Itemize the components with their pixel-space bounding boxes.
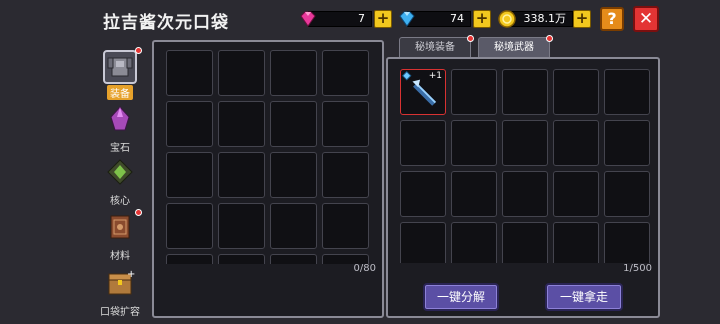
inventory-slot[interactable] (604, 171, 650, 217)
notify-dot (135, 47, 142, 54)
inventory-slot[interactable] (166, 203, 213, 249)
inventory-slot[interactable] (400, 120, 446, 166)
sidebar-item-core[interactable]: 核心 (98, 157, 142, 207)
inventory-slot[interactable] (270, 254, 317, 264)
chest-icon: + (103, 268, 137, 302)
inventory-slot[interactable] (553, 120, 599, 166)
inventory-slot[interactable] (270, 152, 317, 198)
armor-icon (103, 50, 137, 84)
inventory-slot[interactable] (218, 101, 265, 147)
inventory-slot[interactable] (322, 203, 369, 249)
weapon-grid: +1 (400, 69, 650, 263)
inventory-slot[interactable]: +1 (400, 69, 446, 115)
inventory-slot[interactable] (502, 69, 548, 115)
crystal-icon (103, 104, 137, 138)
sidebar-item-label: 口袋扩容 (100, 307, 140, 318)
book-icon (103, 212, 137, 246)
help-button[interactable]: ? (600, 7, 624, 31)
sidebar-item-label: 核心 (110, 196, 130, 207)
page-title: 拉吉酱次元口袋 (103, 13, 229, 33)
pink-gem-icon (300, 11, 316, 27)
sidebar-item-label: 材料 (110, 251, 130, 262)
inventory-slot[interactable] (270, 203, 317, 249)
sidebar-item-label: 宝石 (110, 143, 130, 154)
pocket-count: 0/80 (353, 263, 376, 274)
resource-pink-gem: 7 + (298, 9, 394, 29)
weapon-panel: +1 1/500 (386, 57, 660, 318)
inventory-slot[interactable] (270, 101, 317, 147)
gold-coin-icon (498, 10, 516, 28)
inventory-slot[interactable] (553, 222, 599, 263)
inventory-slot[interactable] (553, 171, 599, 217)
inventory-slot[interactable] (218, 254, 265, 264)
inventory-slot[interactable] (604, 222, 650, 263)
blue-gem-icon (399, 11, 415, 27)
tab-secret-equipment[interactable]: 秘境装备 (399, 37, 471, 58)
item-level: +1 (428, 71, 442, 81)
core-icon (103, 157, 137, 191)
svg-text:+: + (127, 269, 135, 280)
inventory-slot[interactable] (451, 120, 497, 166)
sidebar-item-materials[interactable]: 材料 (98, 209, 142, 262)
weapon-count: 1/500 (623, 263, 652, 274)
inventory-slot[interactable] (451, 69, 497, 115)
inventory-slot[interactable] (502, 120, 548, 166)
resource-gold-coin: 338.1万 + (497, 9, 593, 29)
inventory-slot[interactable] (604, 120, 650, 166)
notify-dot (467, 35, 474, 42)
take-all-button[interactable]: 一键拿走 (545, 283, 623, 311)
notify-dot (135, 209, 142, 216)
add-gold-button[interactable]: + (573, 10, 591, 28)
sidebar-item-expand-pocket[interactable]: + 口袋扩容 (98, 268, 142, 318)
inventory-slot[interactable] (451, 222, 497, 263)
inventory-slot[interactable] (553, 69, 599, 115)
pocket-panel: 0/80 (152, 40, 384, 318)
inventory-slot[interactable] (502, 222, 548, 263)
add-pink-gem-button[interactable]: + (374, 10, 392, 28)
inventory-slot[interactable] (322, 50, 369, 96)
inventory-slot[interactable] (451, 171, 497, 217)
inventory-slot[interactable] (502, 171, 548, 217)
tab-secret-weapons[interactable]: 秘境武器 (478, 37, 550, 58)
close-button[interactable]: ✕ (633, 6, 659, 32)
inventory-slot[interactable] (218, 50, 265, 96)
sidebar-item-equipment[interactable]: 装备 (98, 47, 142, 100)
inventory-slot[interactable] (400, 222, 446, 263)
sidebar-item-label: 装备 (107, 85, 133, 100)
add-blue-gem-button[interactable]: + (473, 10, 491, 28)
sidebar-item-gems[interactable]: 宝石 (98, 104, 142, 154)
inventory-slot[interactable] (166, 50, 213, 96)
inventory-slot[interactable] (218, 203, 265, 249)
inventory-slot[interactable] (218, 152, 265, 198)
inventory-slot[interactable] (166, 152, 213, 198)
notify-dot (546, 35, 553, 42)
inventory-slot[interactable] (166, 101, 213, 147)
inventory-slot[interactable] (166, 254, 213, 264)
inventory-slot[interactable] (604, 69, 650, 115)
inventory-slot[interactable] (270, 50, 317, 96)
pocket-grid (166, 50, 370, 264)
decompose-all-button[interactable]: 一键分解 (423, 283, 499, 311)
inventory-slot[interactable] (400, 171, 446, 217)
inventory-slot[interactable] (322, 152, 369, 198)
resource-blue-gem: 74 + (397, 9, 493, 29)
inventory-slot[interactable] (322, 101, 369, 147)
